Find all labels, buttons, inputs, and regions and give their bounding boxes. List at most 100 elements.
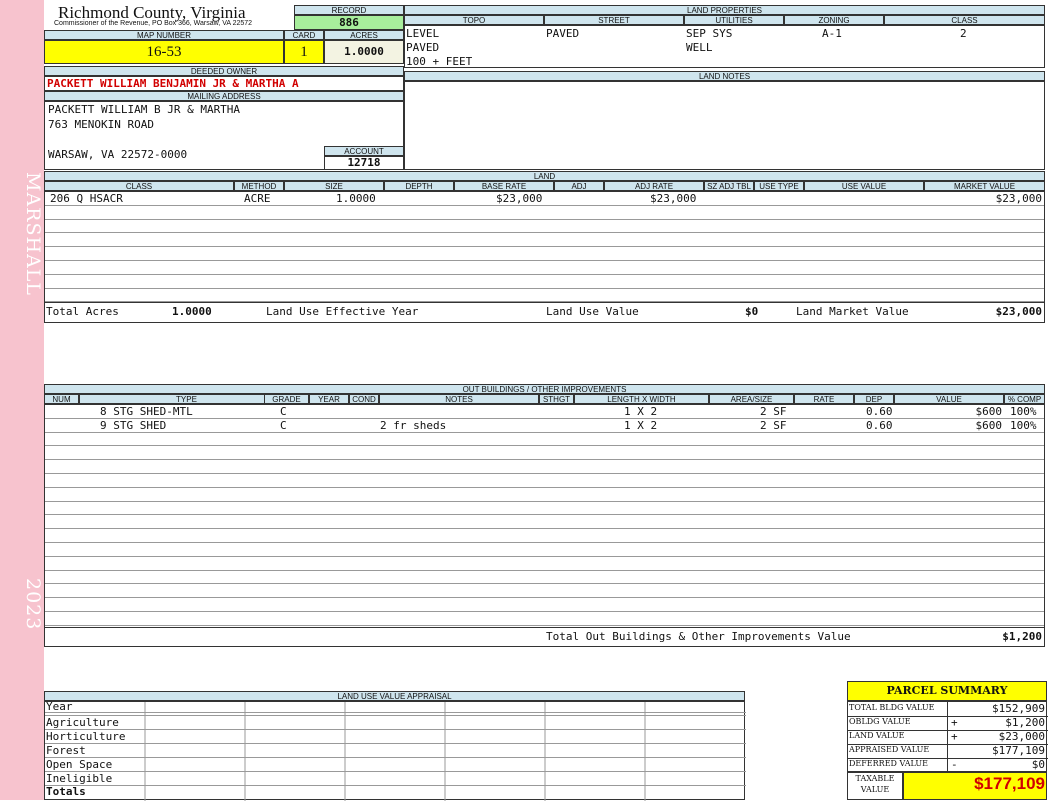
land-row-base-rate: $23,000 bbox=[496, 192, 543, 205]
commissioner-line: Commissioner of the Revenue, PO Box 366,… bbox=[54, 20, 253, 27]
appraisal-year-label: Year bbox=[46, 700, 73, 713]
class-value: 2 bbox=[960, 27, 967, 40]
record-label: RECORD bbox=[294, 5, 404, 15]
appraisal-forest: Forest bbox=[46, 744, 86, 757]
land-title: LAND bbox=[44, 171, 1045, 181]
effective-year-label: Land Use Effective Year bbox=[266, 305, 419, 318]
ps-value-3: $23,000 bbox=[998, 730, 1045, 743]
ps-label-3: LAND VALUE bbox=[849, 731, 905, 740]
table-row bbox=[45, 502, 1044, 516]
outbuildings-total-value: $1,200 bbox=[1002, 630, 1042, 643]
table-row bbox=[45, 488, 1044, 502]
appraisal-horticulture: Horticulture bbox=[46, 730, 126, 743]
deeded-owner-value: PACKETT WILLIAM BENJAMIN JR & MARTHA A bbox=[44, 76, 404, 91]
land-use-appraisal-title: LAND USE VALUE APPRAISAL bbox=[44, 691, 745, 701]
land-col-class: CLASS bbox=[44, 181, 234, 191]
ob-col-num: NUM bbox=[44, 394, 79, 404]
record-value: 886 bbox=[294, 15, 404, 30]
ps-sign-5: - bbox=[951, 758, 958, 771]
sidebar-name-label: MARSHALL bbox=[22, 172, 44, 297]
ob-row-2-lw: 1 X 2 bbox=[624, 419, 658, 432]
ps-value-1: $152,909 bbox=[992, 702, 1045, 715]
ob-col-cond: COND bbox=[349, 394, 379, 404]
table-row bbox=[45, 557, 1044, 571]
taxable-value: $177,109 bbox=[974, 774, 1045, 793]
land-col-size: SIZE bbox=[284, 181, 384, 191]
table-row bbox=[45, 584, 1044, 599]
ob-col-area: AREA/SIZE bbox=[709, 394, 794, 404]
utilities-2: WELL bbox=[686, 41, 713, 54]
ob-row-2-area: 2 SF bbox=[760, 419, 787, 432]
ps-label-2: OBLDG VALUE bbox=[849, 717, 911, 726]
outbuildings-header-row: NUM TYPE GRADE YEAR COND NOTES STHGT LEN… bbox=[44, 394, 1045, 404]
ps-sign-3: + bbox=[951, 730, 958, 743]
col-topo: TOPO bbox=[404, 15, 544, 25]
ob-col-grade: GRADE bbox=[264, 394, 309, 404]
land-col-market-value: MARKET VALUE bbox=[924, 181, 1045, 191]
land-notes-title: LAND NOTES bbox=[404, 71, 1045, 81]
ps-label-4: APPRAISED VALUE bbox=[849, 745, 930, 754]
table-row bbox=[45, 543, 1044, 557]
ob-row-1-type: 8 STG SHED-MTL bbox=[100, 405, 193, 418]
table-row bbox=[45, 233, 1044, 248]
deeded-owner-label: DEEDED OWNER bbox=[44, 66, 404, 76]
taxable-label-2: VALUE bbox=[860, 785, 890, 794]
table-row bbox=[45, 220, 1044, 234]
sidebar-year-label: 2023 bbox=[22, 578, 44, 631]
land-row-market-value: $23,000 bbox=[995, 192, 1042, 205]
ps-value-4: $177,109 bbox=[992, 744, 1045, 757]
land-col-adj: ADJ bbox=[554, 181, 604, 191]
ob-row-2-type: 9 STG SHED bbox=[100, 419, 167, 432]
sidebar: MARSHALL 2023 bbox=[0, 0, 44, 800]
table-row bbox=[45, 206, 1044, 220]
ps-sign-2: + bbox=[951, 716, 958, 729]
topo-1: LEVEL bbox=[406, 27, 440, 40]
col-street: STREET bbox=[544, 15, 684, 25]
street-value: PAVED bbox=[546, 27, 580, 40]
map-number-value: 16-53 bbox=[44, 40, 284, 64]
land-col-depth: DEPTH bbox=[384, 181, 454, 191]
ob-row-2-value: $600 bbox=[975, 419, 1003, 432]
account-label: ACCOUNT bbox=[324, 146, 404, 156]
land-col-adj-rate: ADJ RATE bbox=[604, 181, 704, 191]
zoning-value: A-1 bbox=[822, 27, 842, 40]
table-row bbox=[45, 275, 1044, 289]
table-row bbox=[45, 571, 1044, 585]
land-col-use-value: USE VALUE bbox=[804, 181, 924, 191]
mailing-address-label: MAILING ADDRESS bbox=[44, 91, 404, 101]
table-row bbox=[45, 289, 1044, 303]
land-market-value: $23,000 bbox=[995, 305, 1042, 318]
parcel-summary-title: PARCEL SUMMARY bbox=[847, 681, 1047, 701]
topo-3: 100 + FEET bbox=[406, 55, 473, 68]
table-row bbox=[45, 598, 1044, 612]
ob-col-comp: % COMP bbox=[1004, 394, 1045, 404]
topo-2: PAVED bbox=[406, 41, 440, 54]
appraisal-agriculture: Agriculture bbox=[46, 716, 119, 729]
ob-col-length-width: LENGTH X WIDTH bbox=[574, 394, 709, 404]
table-row bbox=[45, 261, 1044, 275]
account-value: 12718 bbox=[324, 156, 404, 170]
land-row-method: ACRE bbox=[244, 192, 271, 205]
ob-col-dep: DEP bbox=[854, 394, 894, 404]
ob-row-1-area: 2 SF bbox=[760, 405, 787, 418]
ps-label-5: DEFERRED VALUE bbox=[849, 759, 928, 768]
table-row bbox=[45, 247, 1044, 261]
table-row bbox=[45, 419, 1044, 433]
ob-col-sthgt: STHGT bbox=[539, 394, 574, 404]
map-number-label: MAP NUMBER bbox=[44, 30, 284, 40]
ps-value-2: $1,200 bbox=[1005, 716, 1045, 729]
taxable-label-1: TAXABLE bbox=[855, 774, 895, 783]
ob-col-rate: RATE bbox=[794, 394, 854, 404]
land-row-class: 206 Q HSACR bbox=[50, 192, 123, 205]
table-row bbox=[45, 529, 1044, 543]
land-market-value-label: Land Market Value bbox=[796, 305, 909, 318]
card-value: 1 bbox=[284, 40, 324, 64]
mailing-line-3: WARSAW, VA 22572-0000 bbox=[48, 148, 188, 161]
ob-row-2-dep: 0.60 bbox=[866, 419, 893, 432]
ob-col-notes: NOTES bbox=[379, 394, 539, 404]
appraisal-ineligible: Ineligible bbox=[46, 772, 113, 785]
ob-row-1-dep: 0.60 bbox=[866, 405, 893, 418]
total-acres-value: 1.0000 bbox=[172, 305, 212, 318]
land-col-base-rate: BASE RATE bbox=[454, 181, 554, 191]
table-row bbox=[45, 446, 1044, 461]
